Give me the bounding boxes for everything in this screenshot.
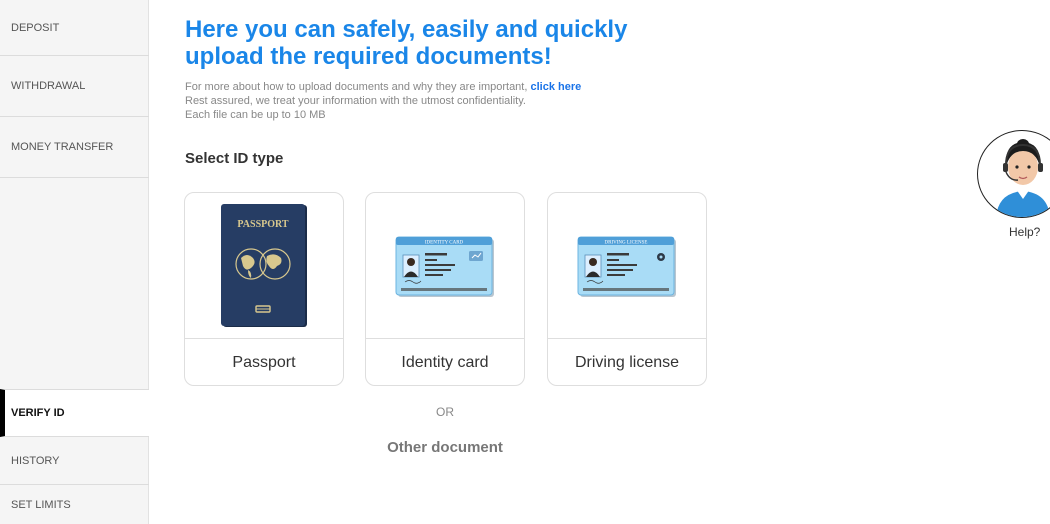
help-widget[interactable]: Help? (975, 128, 1050, 243)
info-line-3: Each file can be up to 10 MB (185, 109, 326, 121)
click-here-link[interactable]: click here (530, 81, 581, 93)
passport-card[interactable]: PASSPORT Passport (184, 192, 344, 386)
identity-card-image-area: IDENTITY CARD (366, 193, 524, 339)
select-id-type-heading: Select ID type (185, 150, 284, 167)
driving-license-header-text: DRIVING LICENSE (605, 240, 648, 245)
driving-license-label: Driving license (574, 354, 680, 371)
passport-cover-text: PASSPORT (237, 219, 288, 230)
identity-card-label: Identity card (401, 354, 489, 371)
info-line-1: For more about how to upload documents a… (185, 81, 531, 93)
sidebar: DEPOSIT WITHDRAWAL MONEY TRANSFER VERIFY… (0, 0, 149, 524)
passport-label: Passport (232, 354, 296, 371)
sidebar-item-label: MONEY TRANSFER (11, 141, 114, 153)
sidebar-item-set-limits[interactable]: SET LIMITS (0, 485, 149, 524)
sidebar-item-money-transfer[interactable]: MONEY TRANSFER (0, 117, 149, 178)
other-document-link[interactable]: Other document (330, 439, 560, 456)
info-line-2: Rest assured, we treat your information … (185, 95, 526, 107)
sidebar-item-label: DEPOSIT (11, 21, 60, 34)
sidebar-item-history[interactable]: HISTORY (0, 437, 149, 485)
sidebar-item-verify-id[interactable]: VERIFY ID (0, 389, 149, 437)
sidebar-item-label: WITHDRAWAL (11, 80, 86, 92)
sidebar-item-label: HISTORY (11, 454, 60, 467)
identity-card-header-text: IDENTITY CARD (425, 240, 464, 245)
identity-card-card[interactable]: IDENTITY CARD Identity card (365, 192, 525, 386)
driving-license-icon: DRIVING LICENSE (577, 236, 676, 297)
driving-license-image-area: DRIVING LICENSE (548, 193, 706, 339)
info-text: For more about how to upload documents a… (185, 80, 581, 122)
or-separator: OR (436, 405, 454, 419)
identity-card-icon: IDENTITY CARD (395, 236, 494, 297)
sidebar-item-label: VERIFY ID (11, 407, 65, 419)
sidebar-item-label: SET LIMITS (11, 498, 71, 511)
page-title: Here you can safely, easily and quickly … (185, 16, 628, 70)
help-label: Help? (1009, 225, 1041, 239)
sidebar-item-deposit[interactable]: DEPOSIT (0, 0, 149, 56)
driving-license-card[interactable]: DRIVING LICENSE Driving license (547, 192, 707, 386)
passport-image-area: PASSPORT (185, 193, 343, 339)
support-agent-icon (977, 130, 1050, 218)
passport-icon: PASSPORT (221, 203, 307, 327)
support-agent-avatar (996, 139, 1050, 217)
sidebar-item-withdrawal[interactable]: WITHDRAWAL (0, 56, 149, 117)
